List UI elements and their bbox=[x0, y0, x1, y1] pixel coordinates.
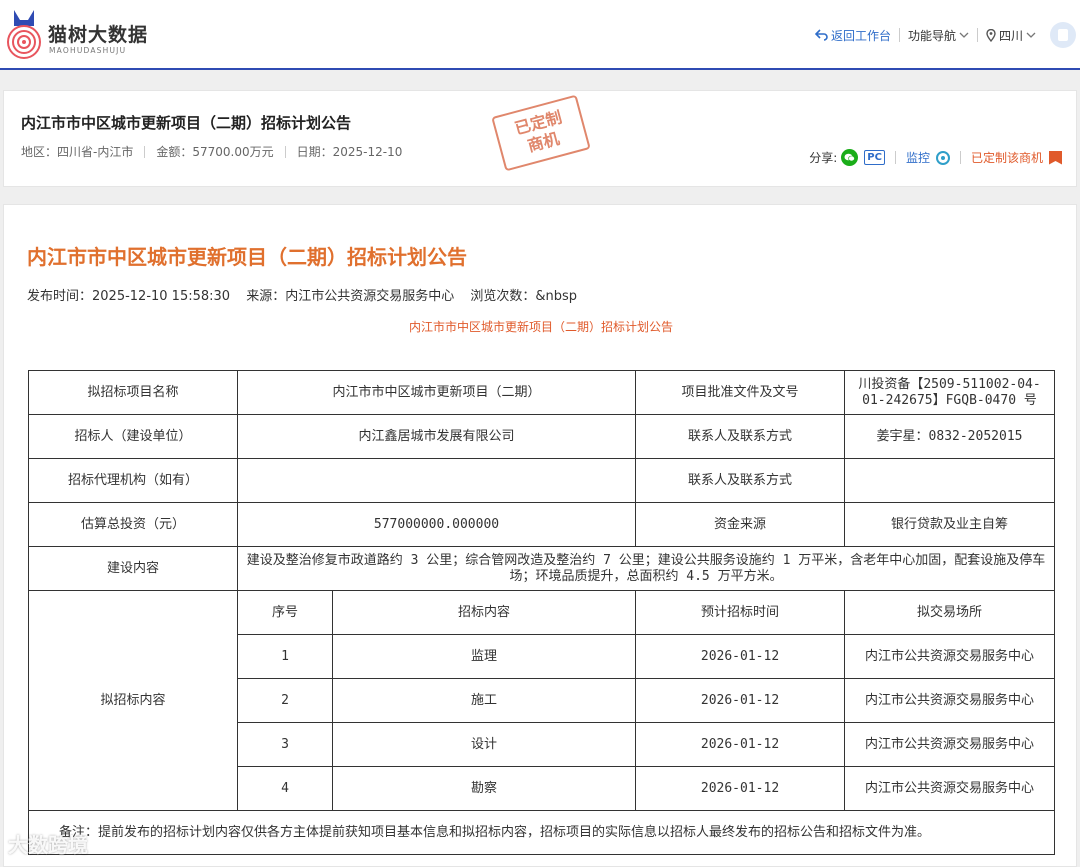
back-to-workbench-label: 返回工作台 bbox=[830, 28, 891, 43]
function-nav-label: 功能导航 bbox=[907, 28, 956, 43]
logo-cat-icon bbox=[7, 10, 41, 59]
logo-text: 猫树大数据 bbox=[48, 24, 149, 46]
article-subtitle: 内江市市中区城市更新项目（二期）招标计划公告 bbox=[408, 320, 673, 334]
summary-region: 地区：四川省-内江市 bbox=[21, 145, 134, 159]
summary-title: 内江市市中区城市更新项目（二期）招标计划公告 bbox=[21, 114, 352, 132]
table-cell: 拟招标项目名称 bbox=[28, 370, 238, 415]
chevron-down-icon bbox=[959, 32, 969, 38]
table-cell: 川投资备【2509-511002-04-01-242675】FGQB-0470 … bbox=[844, 370, 1056, 415]
table-cell: 内江市公共资源交易服务中心 bbox=[844, 766, 1056, 811]
table-header-cell: 预计招标时间 bbox=[635, 590, 846, 635]
table-cell: 银行贷款及业主自筹 bbox=[844, 502, 1056, 547]
site-logo[interactable]: 猫树大数据 MAOHUDASHUJU bbox=[4, 8, 147, 62]
region-dropdown[interactable]: 四川 bbox=[986, 27, 1036, 44]
top-nav: 返回工作台 功能导航 四川 bbox=[814, 20, 1080, 50]
table-header-cell: 序号 bbox=[237, 590, 333, 635]
table-cell: 4 bbox=[237, 766, 333, 811]
summary-card: 内江市市中区城市更新项目（二期）招标计划公告 地区：四川省-内江市 金额：577… bbox=[3, 90, 1077, 187]
summary-amount: 金额：57700.00万元 bbox=[156, 145, 274, 159]
table-cell bbox=[236, 458, 637, 503]
actions-divider bbox=[959, 151, 961, 164]
table-row: 拟招标内容 序号 招标内容 预计招标时间 拟交易场所 bbox=[28, 590, 1056, 811]
table-row: 招标代理机构（如有） 联系人及联系方式 bbox=[28, 458, 1056, 503]
table-cell: 施工 bbox=[331, 678, 637, 723]
table-row: 备注：提前发布的招标计划内容仅供各方主体提前获知项目基本信息和拟招标内容，招标项… bbox=[27, 810, 1056, 855]
bookmark-icon bbox=[1049, 150, 1062, 165]
table-header-cell: 拟交易场所 bbox=[844, 590, 1056, 635]
table-cell: 招标代理机构（如有） bbox=[28, 458, 238, 503]
table-cell: 2 bbox=[237, 678, 333, 723]
view-count: 浏览次数：&nbsp bbox=[470, 289, 578, 304]
table-cell: 资金来源 bbox=[635, 502, 846, 547]
meta-divider bbox=[284, 145, 286, 158]
table-row: 估算总投资（元） 577000000.000000 资金来源 银行贷款及业主自筹 bbox=[28, 502, 1056, 547]
table-cell: 3 bbox=[237, 722, 333, 767]
top-header: 猫树大数据 MAOHUDASHUJU 返回工作台 功能导航 四川 bbox=[0, 0, 1080, 70]
monitor-label: 监控 bbox=[905, 151, 930, 165]
pc-icon[interactable]: PC bbox=[864, 150, 885, 165]
location-pin-icon bbox=[986, 28, 996, 42]
article-meta: 发布时间：2025-12-10 15:58:30 来源：内江市公共资源交易服务中… bbox=[27, 285, 589, 304]
wechat-icon[interactable] bbox=[841, 149, 859, 166]
table-cell: 2026-01-12 bbox=[635, 634, 846, 679]
logo-subtext: MAOHUDASHUJU bbox=[49, 46, 127, 55]
table-cell: 姜宇星：0832-2052015 bbox=[844, 414, 1056, 459]
back-arrow-icon bbox=[814, 29, 828, 41]
table-row: 拟招标项目名称 内江市市中区城市更新项目（二期） 项目批准文件及文号 川投资备【… bbox=[28, 370, 1056, 415]
back-to-workbench-link[interactable]: 返回工作台 bbox=[814, 27, 891, 44]
table-cell: 拟招标内容 bbox=[28, 590, 238, 811]
table-header-cell: 招标内容 bbox=[331, 590, 637, 635]
table-cell bbox=[844, 458, 1056, 503]
article-title: 内江市市中区城市更新项目（二期）招标计划公告 bbox=[27, 245, 467, 269]
monitor-icon bbox=[935, 150, 950, 165]
table-cell: 估算总投资（元） bbox=[28, 502, 238, 547]
table-cell: 项目批准文件及文号 bbox=[635, 370, 846, 415]
table-cell: 577000000.000000 bbox=[236, 502, 637, 547]
table-cell: 2026-01-12 bbox=[635, 678, 846, 723]
summary-actions: 分享: PC 监控 已定制该商机 bbox=[809, 149, 1062, 166]
nav-divider bbox=[976, 28, 978, 42]
table-cell: 内江市公共资源交易服务中心 bbox=[844, 634, 1056, 679]
meta-divider bbox=[144, 145, 146, 158]
monitor-button[interactable]: 监控 bbox=[906, 149, 950, 166]
avatar-icon[interactable] bbox=[1050, 22, 1076, 48]
table-cell: 设计 bbox=[331, 722, 637, 767]
summary-meta: 地区：四川省-内江市 金额：57700.00万元 日期：2025-12-10 bbox=[21, 143, 402, 160]
table-cell: 内江市市中区城市更新项目（二期） bbox=[236, 370, 637, 415]
watermark-text: 大数跨境 bbox=[8, 833, 88, 857]
article-panel: 内江市市中区城市更新项目（二期）招标计划公告 发布时间：2025-12-10 1… bbox=[3, 204, 1077, 867]
custom-opportunity-button[interactable]: 已定制该商机 bbox=[971, 149, 1062, 166]
article-source: 来源：内江市公共资源交易服务中心 bbox=[246, 289, 455, 304]
region-label: 四川 bbox=[998, 28, 1023, 43]
table-cell: 2026-01-12 bbox=[635, 766, 846, 811]
table-cell: 监理 bbox=[331, 634, 637, 679]
custom-opportunity-label: 已定制该商机 bbox=[970, 151, 1043, 165]
table-row: 建设内容 建设及整治修复市政道路约 3 公里；综合管网改造及整治约 7 公里；建… bbox=[28, 546, 1056, 591]
table-cell: 内江鑫居城市发展有限公司 bbox=[236, 414, 637, 459]
chevron-down-icon bbox=[1026, 32, 1036, 38]
publish-time: 发布时间：2025-12-10 15:58:30 bbox=[27, 289, 231, 304]
table-cell: 内江市公共资源交易服务中心 bbox=[844, 678, 1056, 723]
table-cell: 1 bbox=[237, 634, 333, 679]
table-cell: 建设及整治修复市政道路约 3 公里；综合管网改造及整治约 7 公里；建设公共服务… bbox=[236, 546, 1056, 591]
remark-cell: 备注：提前发布的招标计划内容仅供各方主体提前获知项目基本信息和拟招标内容，招标项… bbox=[27, 810, 1056, 855]
nav-divider bbox=[898, 28, 900, 42]
share-label: 分享: bbox=[809, 151, 838, 165]
table-cell: 联系人及联系方式 bbox=[635, 414, 846, 459]
table-cell: 联系人及联系方式 bbox=[635, 458, 846, 503]
customized-stamp: 已定制 商机 bbox=[491, 94, 591, 172]
table-cell: 建设内容 bbox=[28, 546, 238, 591]
table-row: 招标人（建设单位） 内江鑫居城市发展有限公司 联系人及联系方式 姜宇星：0832… bbox=[28, 414, 1056, 459]
summary-date: 日期：2025-12-10 bbox=[296, 145, 403, 159]
table-cell: 内江市公共资源交易服务中心 bbox=[844, 722, 1056, 767]
function-nav-dropdown[interactable]: 功能导航 bbox=[908, 27, 969, 44]
actions-divider bbox=[894, 151, 896, 164]
table-cell: 招标人（建设单位） bbox=[28, 414, 238, 459]
table-cell: 勘察 bbox=[331, 766, 637, 811]
table-cell: 2026-01-12 bbox=[635, 722, 846, 767]
bid-plan-table: 拟招标项目名称 内江市市中区城市更新项目（二期） 项目批准文件及文号 川投资备【… bbox=[27, 370, 1056, 855]
